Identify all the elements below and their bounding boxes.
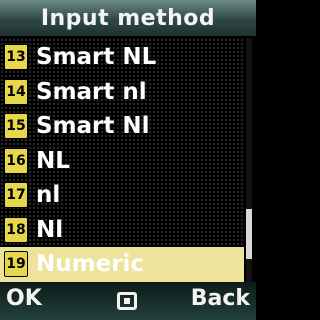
item-label: nl bbox=[36, 182, 61, 209]
screen-title: Input method bbox=[40, 5, 216, 31]
item-number-badge: 18 bbox=[4, 216, 28, 243]
input-method-list: 13 Smart NL 14 Smart nl 15 Smart Nl 16 NL 17 nl 18… bbox=[0, 38, 244, 282]
list-item[interactable]: 16 NL bbox=[0, 144, 244, 179]
scrollbar[interactable] bbox=[246, 38, 252, 282]
item-number-badge: 17 bbox=[4, 182, 28, 209]
ok-softkey[interactable]: OK bbox=[6, 286, 42, 311]
softkey-bar: OK Back bbox=[0, 282, 256, 320]
phone-screen: Input method 13 Smart NL 14 Smart nl 15 Smart… bbox=[0, 0, 256, 320]
item-number-badge: 13 bbox=[4, 44, 28, 71]
title-bar: Input method bbox=[0, 0, 256, 36]
item-label: Smart NL bbox=[36, 44, 157, 71]
list-item[interactable]: 19 Numeric bbox=[0, 247, 244, 282]
item-label: Numeric bbox=[36, 251, 145, 278]
item-label: Nl bbox=[36, 216, 64, 243]
list-item[interactable]: 18 Nl bbox=[0, 213, 244, 248]
item-number-badge: 16 bbox=[4, 147, 28, 174]
list-item[interactable]: 17 nl bbox=[0, 178, 244, 213]
item-number-badge: 19 bbox=[4, 251, 28, 278]
item-number-badge: 15 bbox=[4, 113, 28, 140]
list-item[interactable]: 15 Smart Nl bbox=[0, 109, 244, 144]
item-label: Smart Nl bbox=[36, 113, 150, 140]
list-item[interactable]: 13 Smart NL bbox=[0, 40, 244, 75]
list-item[interactable]: 14 Smart nl bbox=[0, 75, 244, 110]
item-number-badge: 14 bbox=[4, 78, 28, 105]
back-softkey[interactable]: Back bbox=[191, 286, 250, 311]
item-label: NL bbox=[36, 147, 70, 174]
scroll-thumb[interactable] bbox=[246, 208, 252, 259]
menu-square-icon[interactable] bbox=[117, 292, 137, 310]
item-label: Smart nl bbox=[36, 78, 147, 105]
